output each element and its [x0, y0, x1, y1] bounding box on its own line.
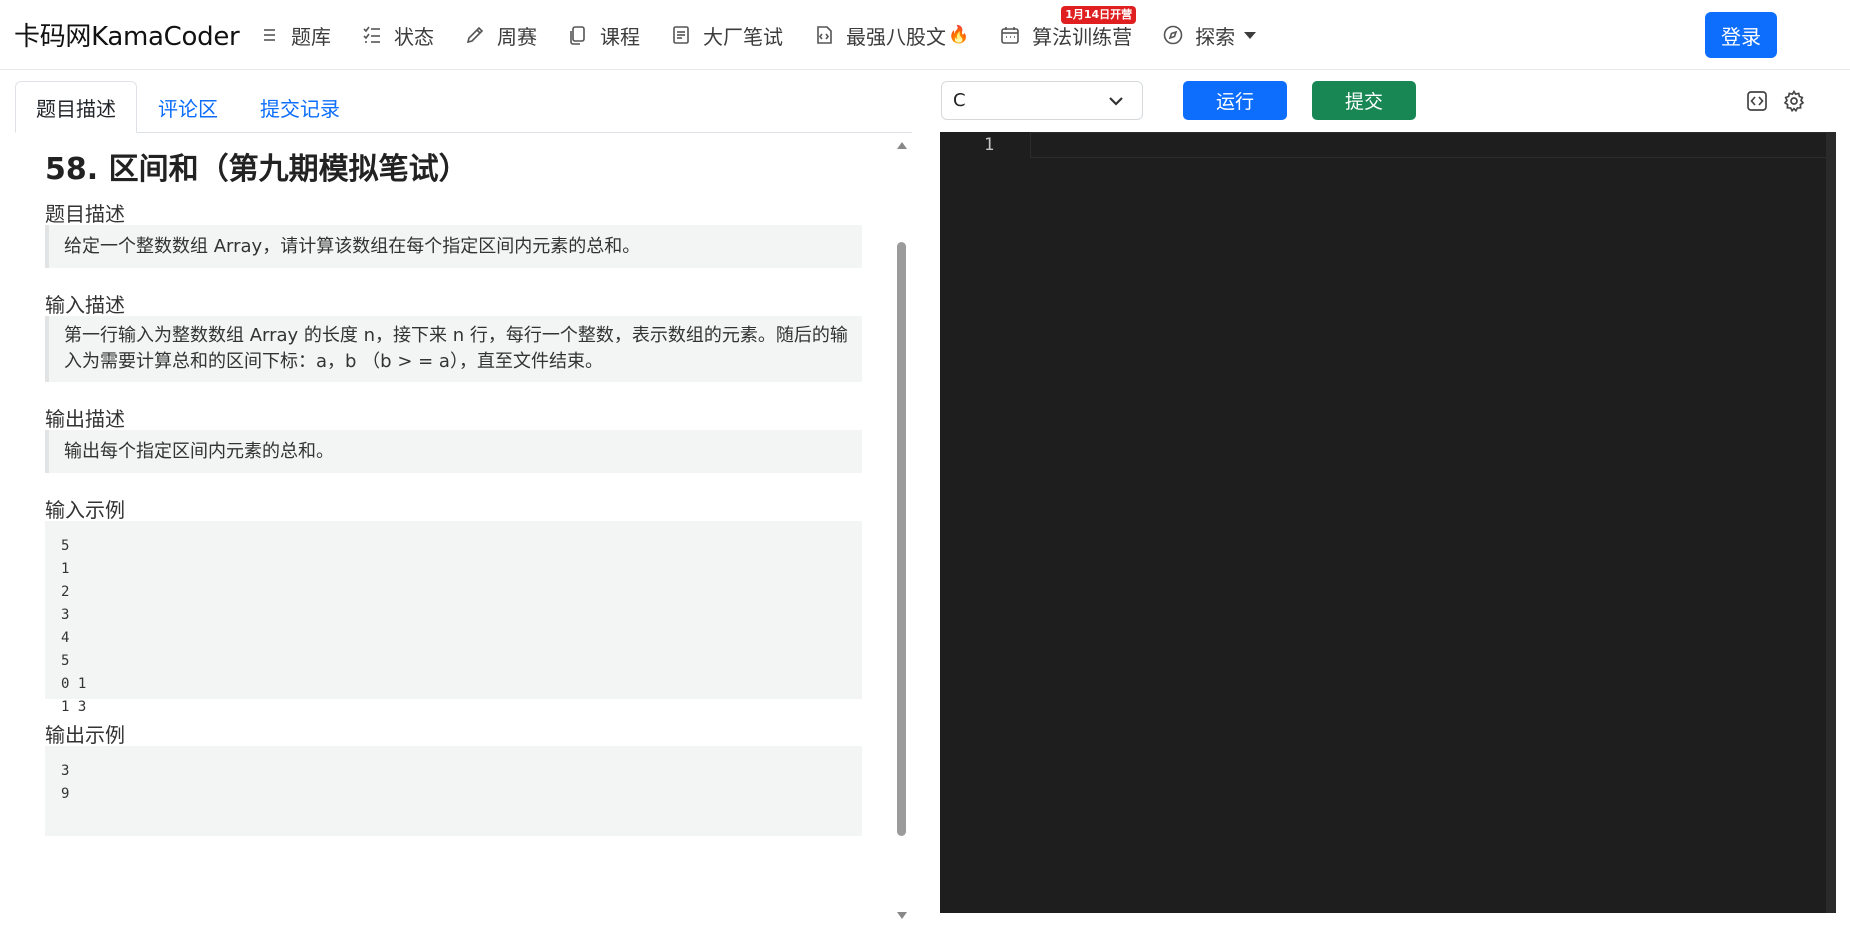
line-number: 1 — [984, 135, 995, 155]
description-heading: 题目描述 — [45, 202, 125, 226]
sample-output-heading: 输出示例 — [45, 723, 125, 747]
chevron-down-icon — [1244, 31, 1257, 39]
nav-item-label: 周赛 — [497, 24, 537, 49]
calendar-icon — [1001, 27, 1019, 44]
input-heading: 输入描述 — [45, 293, 125, 317]
tab-description[interactable]: 题目描述 — [15, 81, 137, 133]
nav-item-courses[interactable]: 课程 — [567, 21, 640, 50]
code-line: 4 — [61, 630, 70, 646]
code-format-icon[interactable] — [1745, 89, 1769, 113]
problem-scroll-area[interactable]: 58. 区间和（第九期模拟笔试） 题目描述 给定一个整数数组 Array，请计算… — [15, 134, 892, 925]
code-line: 1 — [61, 561, 70, 577]
chevron-down-icon — [1109, 97, 1123, 106]
problem-pane: 题目描述 评论区 提交记录 58. 区间和（第九期模拟笔试） 题目描述 给定一个… — [0, 70, 912, 925]
nav-item-label: 探索 — [1195, 24, 1236, 49]
scroll-down-arrow-icon[interactable] — [897, 912, 907, 919]
nav-item-label: 状态 — [394, 24, 434, 49]
code-file-icon — [817, 26, 832, 44]
submit-button[interactable]: 提交 — [1312, 81, 1416, 120]
nav-item-written-tests[interactable]: 大厂笔试 — [670, 21, 783, 50]
scrollbar-thumb[interactable] — [897, 242, 906, 836]
gear-icon[interactable] — [1782, 89, 1806, 113]
output-text: 输出每个指定区间内元素的总和。 — [45, 430, 862, 473]
list-icon — [264, 29, 275, 41]
login-button[interactable]: 登录 — [1705, 12, 1777, 58]
sample-input-heading: 输入示例 — [45, 498, 125, 522]
editor-toolbar: C 运行 提交 — [940, 70, 1835, 132]
language-select[interactable]: C — [941, 81, 1143, 120]
code-line: 9 — [61, 786, 70, 802]
editor-scrollbar[interactable] — [1826, 132, 1836, 913]
problem-scrollbar[interactable] — [892, 134, 912, 925]
nav-item-interview-notes[interactable]: 最强八股文 🔥 — [813, 21, 969, 50]
pencil-icon — [466, 26, 484, 44]
sample-input-block: 5 1 2 3 4 5 0 1 1 3 — [45, 521, 862, 715]
nav-item-label: 算法训练营 — [1032, 24, 1133, 49]
description-body: 给定一个整数数组 Array，请计算该数组在每个指定区间内元素的总和。 — [64, 235, 641, 257]
nav-item-problems[interactable]: 题库 — [258, 21, 331, 50]
input-text: 第一行输入为整数数组 Array 的长度 n，接下来 n 行，每行一个整数，表示… — [45, 316, 862, 382]
compass-icon — [1163, 25, 1183, 45]
input-body: 第一行输入为整数数组 Array 的长度 n，接下来 n 行，每行一个整数，表示… — [64, 325, 848, 372]
nav-item-status[interactable]: 状态 — [361, 21, 434, 50]
code-line: 1 3 — [61, 699, 87, 715]
tab-comments[interactable]: 评论区 — [137, 81, 239, 133]
nav-item-training-camp[interactable]: 算法训练营 1月14日开营 — [999, 5, 1137, 50]
problem-tabs: 题目描述 评论区 提交记录 — [15, 81, 912, 133]
nav-item-weekly-contest[interactable]: 周赛 — [464, 21, 537, 50]
checklist-icon — [363, 26, 380, 43]
nav-menu: 题库 状态 周赛 课程 大厂笔试 最强八股文 🔥 算法训练营 1月14日开营 探… — [258, 0, 1286, 70]
code-line: 2 — [61, 584, 70, 600]
code-editor[interactable]: 1 — [940, 132, 1836, 913]
brand-logo[interactable]: 卡码网KamaCoder — [14, 16, 240, 53]
code-line: 5 — [61, 538, 70, 554]
code-line: 5 — [61, 653, 70, 669]
nav-item-explore[interactable]: 探索 — [1162, 21, 1257, 50]
nav-item-label: 大厂笔试 — [703, 24, 783, 49]
top-navbar: 卡码网KamaCoder 题库 状态 周赛 课程 大厂笔试 最强八股文 🔥 算法… — [0, 0, 1850, 70]
output-body: 输出每个指定区间内元素的总和。 — [64, 440, 334, 462]
code-line: 3 — [61, 607, 70, 623]
code-line: 0 1 — [61, 676, 87, 692]
fire-icon: 🔥 — [948, 25, 970, 45]
copy-icon — [570, 26, 585, 45]
run-button[interactable]: 运行 — [1183, 81, 1287, 120]
problem-title: 58. 区间和（第九期模拟笔试） — [45, 152, 469, 187]
scroll-up-arrow-icon[interactable] — [897, 142, 907, 149]
tab-submissions[interactable]: 提交记录 — [239, 81, 361, 133]
output-heading: 输出描述 — [45, 407, 125, 431]
nav-item-label: 课程 — [600, 24, 640, 49]
camp-open-badge: 1月14日开营 — [1061, 5, 1137, 24]
language-value: C — [953, 90, 966, 111]
current-line-highlight — [1030, 132, 1836, 158]
description-text: 给定一个整数数组 Array，请计算该数组在每个指定区间内元素的总和。 — [45, 225, 862, 268]
document-icon — [673, 26, 689, 44]
sample-output-block: 3 9 — [45, 746, 862, 836]
nav-item-label: 最强八股文 — [846, 24, 946, 49]
code-line: 3 — [61, 763, 70, 779]
nav-item-label: 题库 — [291, 24, 331, 49]
